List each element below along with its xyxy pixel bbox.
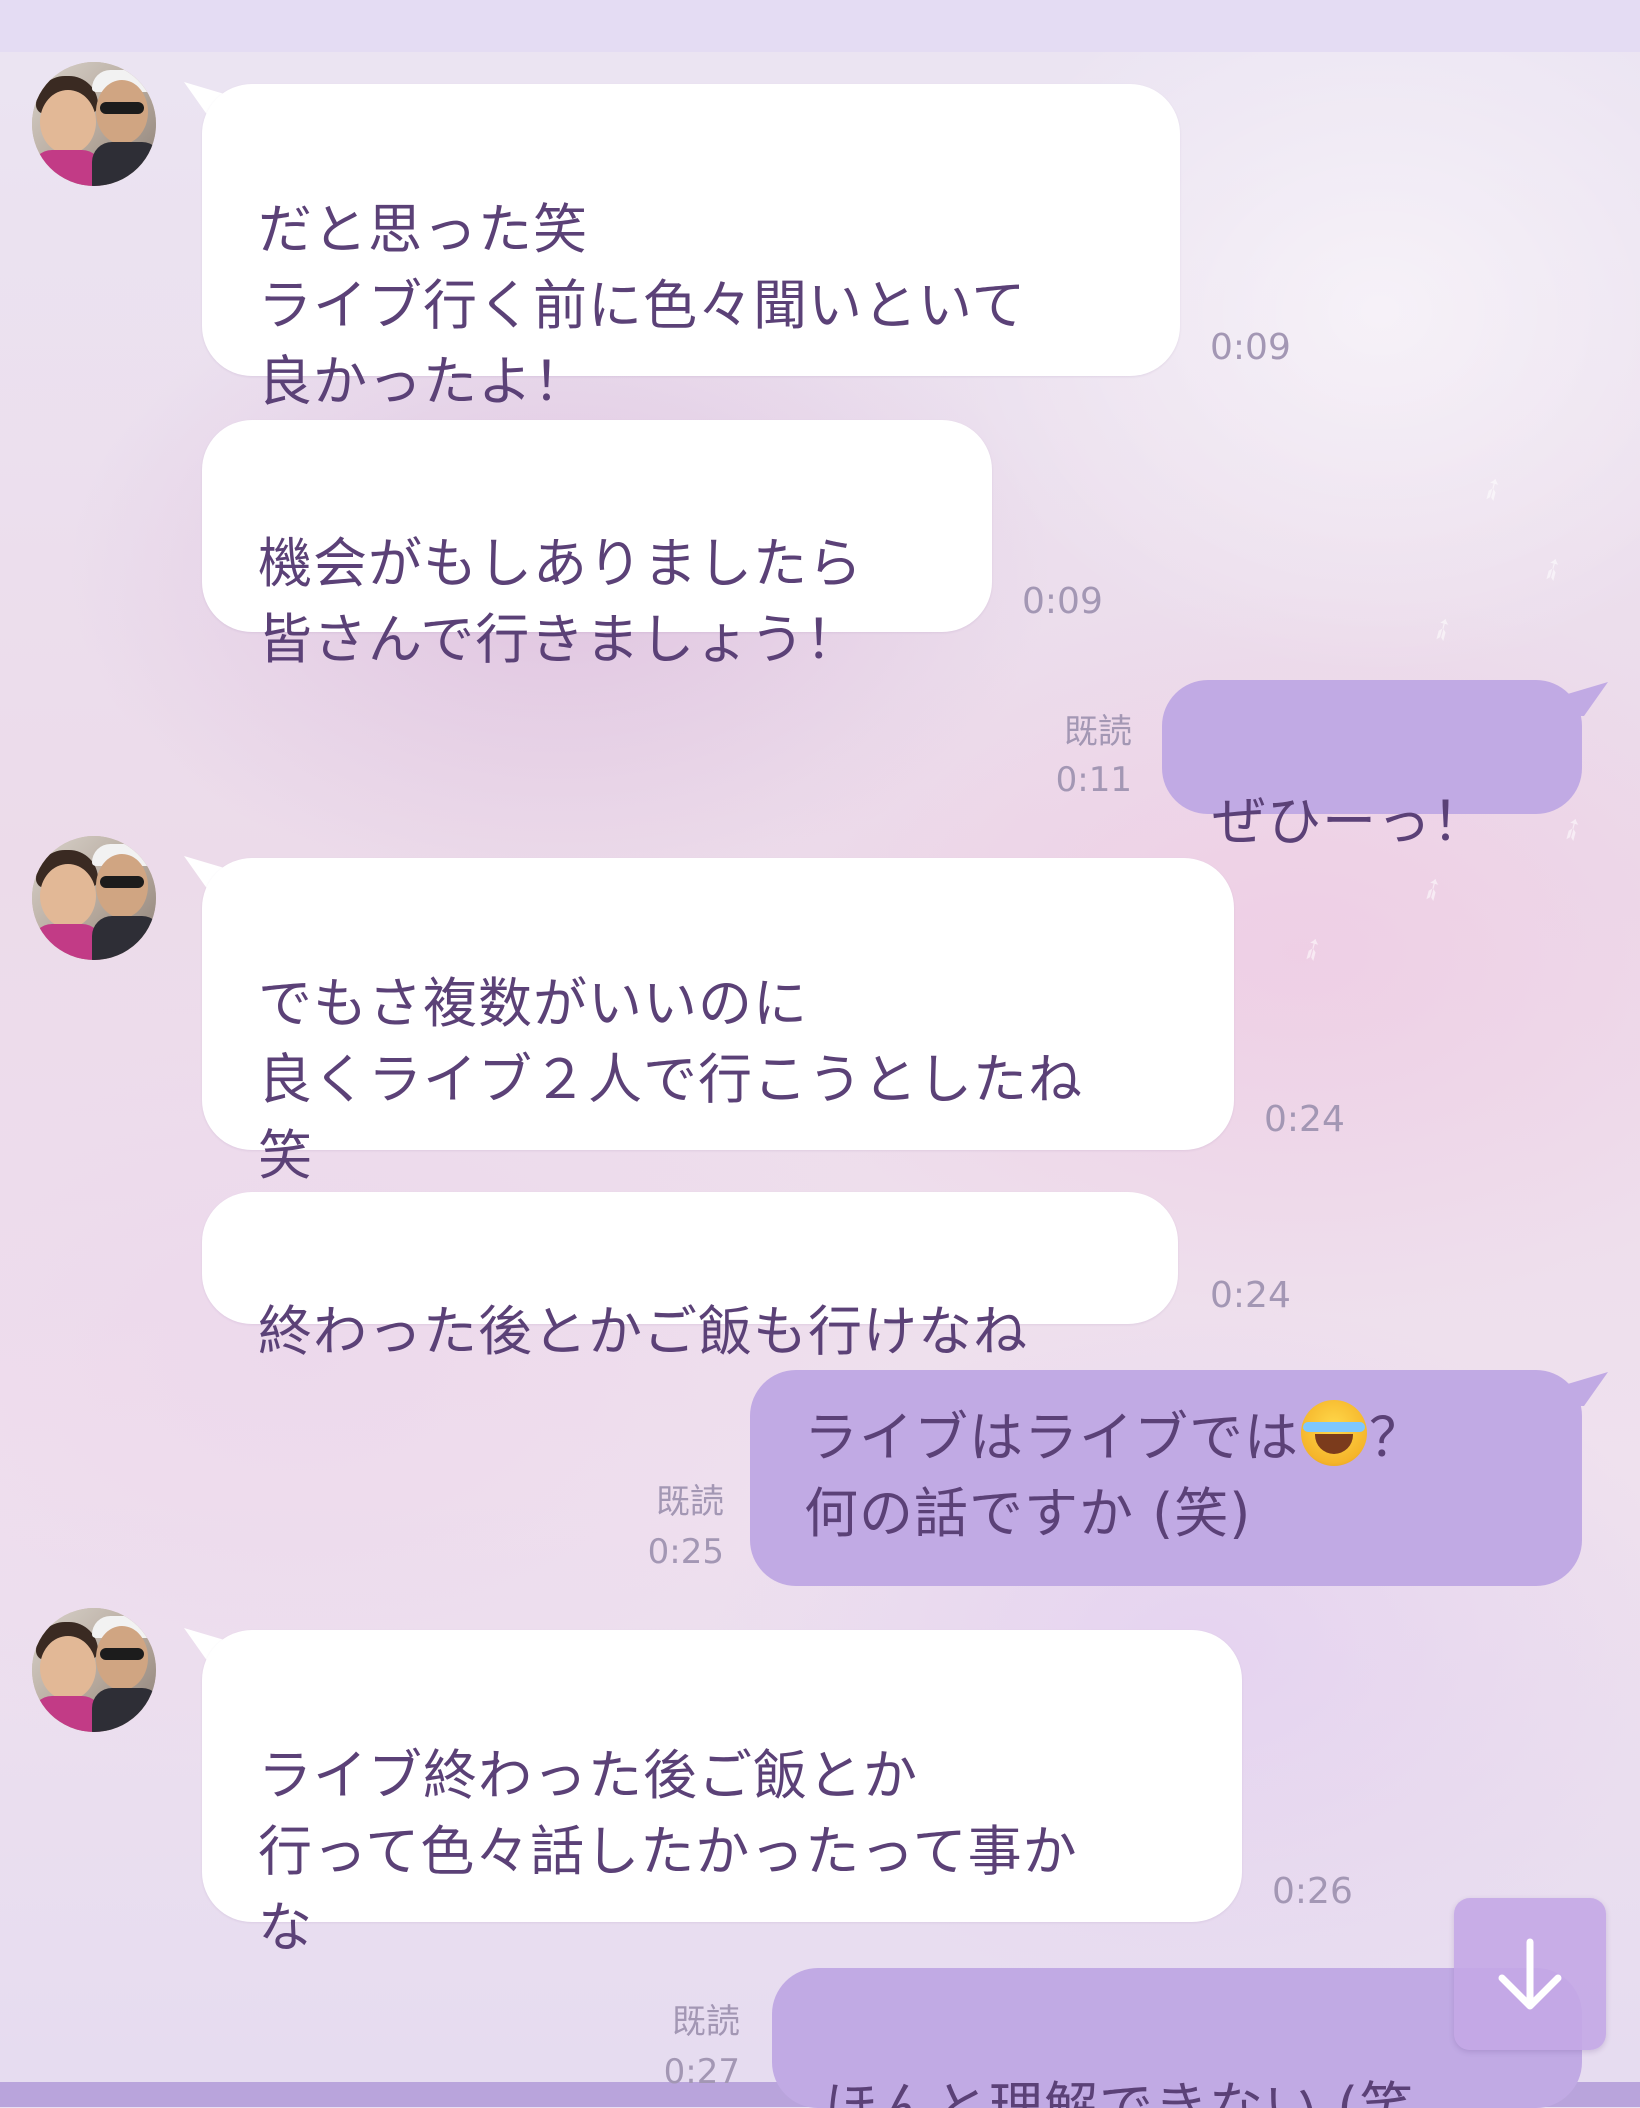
message-text: 終わった後とかご飯も行けなね xyxy=(258,1300,1028,1363)
fish-decoration: ➶ xyxy=(1472,468,1513,511)
message-text: 機会がもしありましたら 皆さんで行きましょう！ xyxy=(258,532,863,671)
read-status: 既読 xyxy=(1064,712,1132,752)
contact-avatar[interactable] xyxy=(32,62,156,186)
arrow-down-icon xyxy=(1498,1938,1562,2010)
read-status: 既読 xyxy=(656,1482,724,1522)
fish-decoration: ➶ xyxy=(1292,928,1333,971)
message-line: 何の話ですか (笑) xyxy=(804,1476,1528,1552)
message-time: 0:27 xyxy=(663,2052,740,2092)
fish-decoration: ➶ xyxy=(1422,608,1463,651)
message-text: ぜひーっ！ xyxy=(1212,790,1487,853)
incoming-message-bubble[interactable]: だと思った笑 ライブ行く前に色々聞いといて 良かったよ！ xyxy=(202,84,1180,413)
message-time: 0:09 xyxy=(1210,327,1291,368)
fish-decoration: ➶ xyxy=(1532,548,1573,591)
face-with-tears-of-joy-emoji xyxy=(1301,1400,1367,1466)
message-time: 0:24 xyxy=(1264,1099,1345,1140)
message-time: 0:24 xyxy=(1210,1275,1291,1316)
message-text: ライブはライブでは xyxy=(804,1406,1299,1469)
message-time: 0:11 xyxy=(1055,760,1132,800)
contact-avatar[interactable] xyxy=(32,836,156,960)
message-time: 0:25 xyxy=(647,1532,724,1572)
outgoing-message-bubble[interactable]: ぜひーっ！ xyxy=(1162,680,1582,853)
incoming-message-bubble[interactable]: 終わった後とかご飯も行けなね xyxy=(202,1192,1178,1363)
incoming-message-bubble[interactable]: でもさ複数がいいのに 良くライブ２人で行こうとしたね 笑 xyxy=(202,858,1234,1187)
fish-decoration: ➶ xyxy=(1412,868,1453,911)
read-status: 既読 xyxy=(672,2002,740,2042)
message-time: 0:09 xyxy=(1022,581,1103,622)
message-line: ライブはライブでは ？ xyxy=(804,1400,1528,1476)
scroll-to-bottom-button[interactable] xyxy=(1454,1898,1606,2050)
fish-decoration: ➶ xyxy=(1552,808,1593,851)
outgoing-message-bubble[interactable]: ライブはライブでは ？ 何の話ですか (笑) xyxy=(750,1370,1582,1586)
message-text: 何の話ですか (笑) xyxy=(804,1482,1252,1545)
message-time: 0:26 xyxy=(1272,1871,1353,1912)
top-bar xyxy=(0,0,1640,52)
incoming-message-bubble[interactable]: ライブ終わった後ご飯とか 行って色々話したかったって事か な xyxy=(202,1630,1242,1959)
contact-avatar[interactable] xyxy=(32,1608,156,1732)
message-text: ？ xyxy=(1369,1406,1424,1469)
message-text: ほんと理解できない (笑 xyxy=(824,2076,1415,2108)
incoming-message-bubble[interactable]: 機会がもしありましたら 皆さんで行きましょう！ xyxy=(202,420,992,671)
